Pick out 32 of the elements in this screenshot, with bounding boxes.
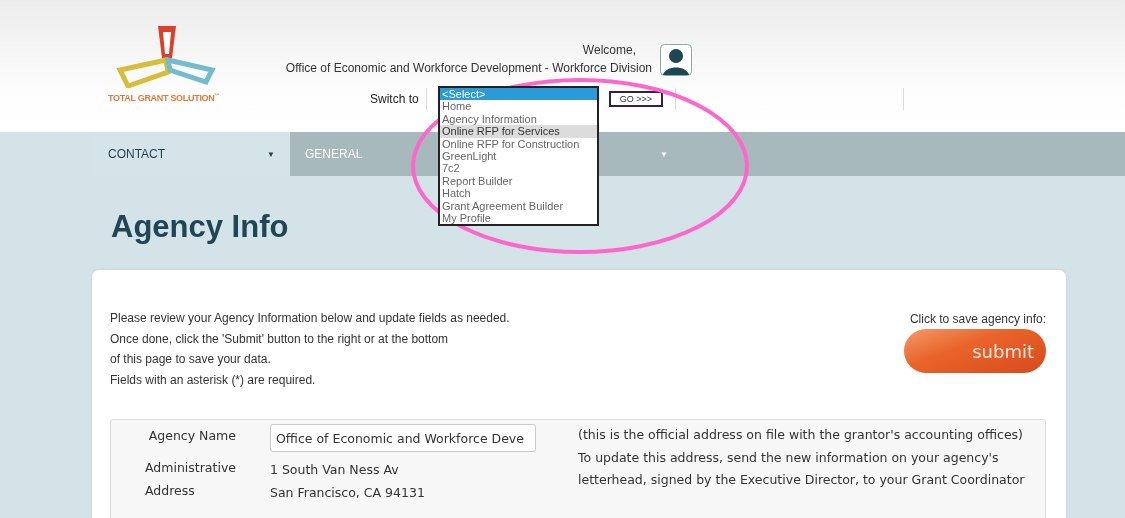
instruction-text: Fields with an asterisk (*) are required. [110, 371, 317, 389]
dropdown-option[interactable]: Agency Information [440, 112, 597, 126]
logo-text: TOTAL GRANT SOLUTION$^{™}$ [108, 92, 220, 103]
caret-icon: ▼ [660, 149, 668, 159]
address-note: (this is the official address on file with the grantor's accounting offices) To update this address, send the new information on your agency's letterhead, signed by the Executive Director, to your Grant Coordinator [578, 426, 1026, 489]
instruction-text: of this page to save your data. [110, 351, 272, 368]
dropdown-option[interactable]: GreenLight [440, 150, 597, 163]
logo-icon [116, 26, 216, 88]
organization-name: Office of Economic and Workforce Development - Workforce Division [285, 61, 652, 75]
switch-label: Switch to [370, 92, 420, 106]
instruction-text: Once done, click the 'Submit' button to the right or at the bottom [110, 330, 450, 348]
field-label: Administrative Address [145, 460, 236, 498]
dropdown-option[interactable]: 7c2 [440, 162, 597, 175]
dropdown-option[interactable]: Online RFP for Construction [440, 137, 597, 151]
dropdown-option[interactable]: Online RFP for Services [440, 125, 597, 138]
address-text: 1 South Van Ness Av San Francisco, CA 94131 [270, 462, 425, 500]
nav-tab[interactable]: CONTACT [108, 147, 166, 161]
dropdown-option[interactable]: Hatch [440, 187, 597, 200]
user-avatar-icon[interactable] [660, 44, 692, 76]
dropdown-option[interactable]: Grant Agreement Builder [440, 199, 597, 213]
save-hint: Click to save agency info: [909, 312, 1046, 326]
agency-name-field[interactable]: Office of Economic and Workforce Deve [270, 424, 536, 452]
dropdown-option[interactable]: Home [440, 100, 597, 113]
instruction-text: Please review your Agency Information below and update fields as needed. [110, 310, 510, 327]
page-title: Agency Info [111, 208, 289, 246]
dropdown-option[interactable]: My Profile [440, 212, 597, 225]
dropdown-option[interactable]: Report Builder [440, 174, 597, 188]
caret-icon: ▼ [267, 149, 275, 159]
field-label: Agency Name [148, 427, 236, 445]
welcome-text: Welcome, [582, 43, 636, 57]
go-button[interactable]: GO >>> [609, 91, 663, 107]
switch-dropdown-list[interactable]: <Select> Home Agency Information Online RFP for Services Online RFP for Construction GreenLight 7c2 Report Builder Hatch Grant Agreement Builder My Profile [438, 86, 599, 227]
